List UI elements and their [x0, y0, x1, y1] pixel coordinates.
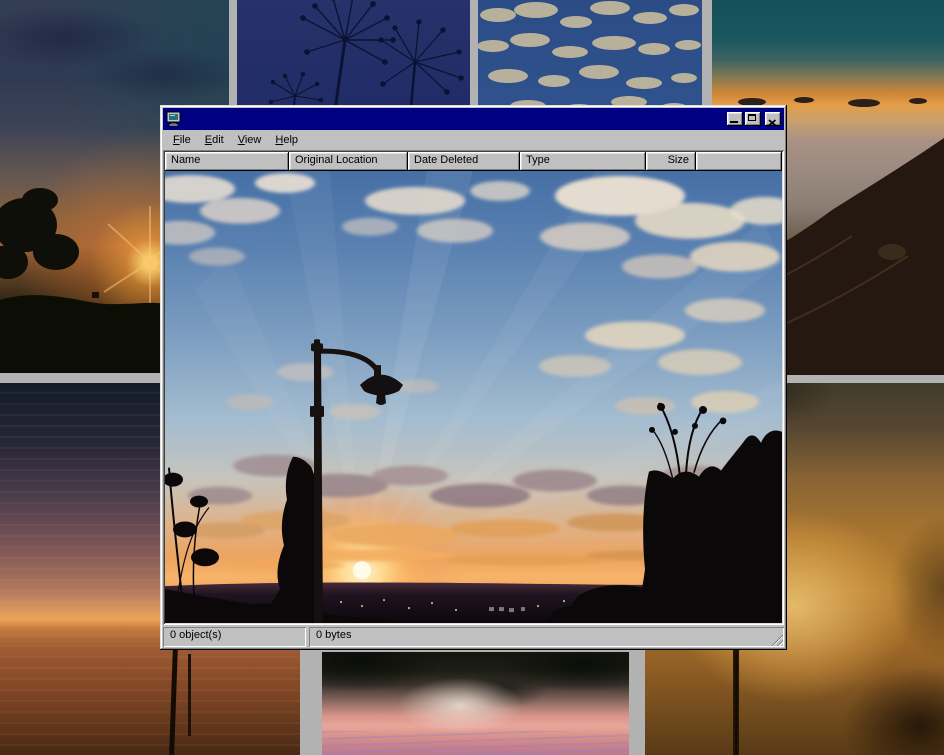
list-content-area[interactable] — [165, 171, 782, 623]
menu-edit[interactable]: Edit — [198, 132, 231, 149]
desktop: File Edit View Help Name Original Locati… — [0, 0, 944, 755]
file-list-view: Name Original Location Date Deleted Type… — [163, 150, 784, 625]
lagoon-pole — [169, 647, 178, 755]
column-header-size[interactable]: Size — [646, 152, 696, 171]
column-header-name[interactable]: Name — [165, 152, 289, 171]
wallpaper-water-reflection-photo — [322, 652, 629, 755]
column-header-type[interactable]: Type — [520, 152, 646, 171]
close-icon — [768, 115, 777, 130]
minimize-icon — [730, 121, 738, 123]
minimize-button[interactable] — [727, 112, 743, 126]
maximize-button[interactable] — [745, 112, 761, 126]
resize-grip[interactable] — [770, 633, 783, 646]
computer-icon — [166, 111, 182, 127]
recycle-bin-window: File Edit View Help Name Original Locati… — [160, 105, 787, 650]
menu-view[interactable]: View — [231, 132, 269, 149]
status-bytes-text: 0 bytes — [316, 629, 351, 641]
sunset-street-lamp-photo — [165, 171, 782, 623]
close-button[interactable] — [765, 112, 781, 126]
menu-help[interactable]: Help — [268, 132, 305, 149]
lagoon-pole-small — [188, 654, 191, 736]
status-bar: 0 object(s) 0 bytes — [163, 627, 784, 647]
maximize-icon — [748, 114, 756, 121]
column-header-original-location[interactable]: Original Location — [289, 152, 408, 171]
menu-file[interactable]: File — [166, 132, 198, 149]
window-titlebar[interactable] — [163, 108, 784, 130]
ripple-streaks — [322, 731, 629, 755]
menu-bar: File Edit View Help — [163, 130, 784, 150]
status-object-count: 0 object(s) — [163, 627, 306, 647]
column-headers: Name Original Location Date Deleted Type… — [165, 152, 782, 171]
column-header-filler[interactable] — [696, 152, 782, 171]
column-header-date-deleted[interactable]: Date Deleted — [408, 152, 520, 171]
status-byte-count: 0 bytes — [309, 627, 784, 647]
